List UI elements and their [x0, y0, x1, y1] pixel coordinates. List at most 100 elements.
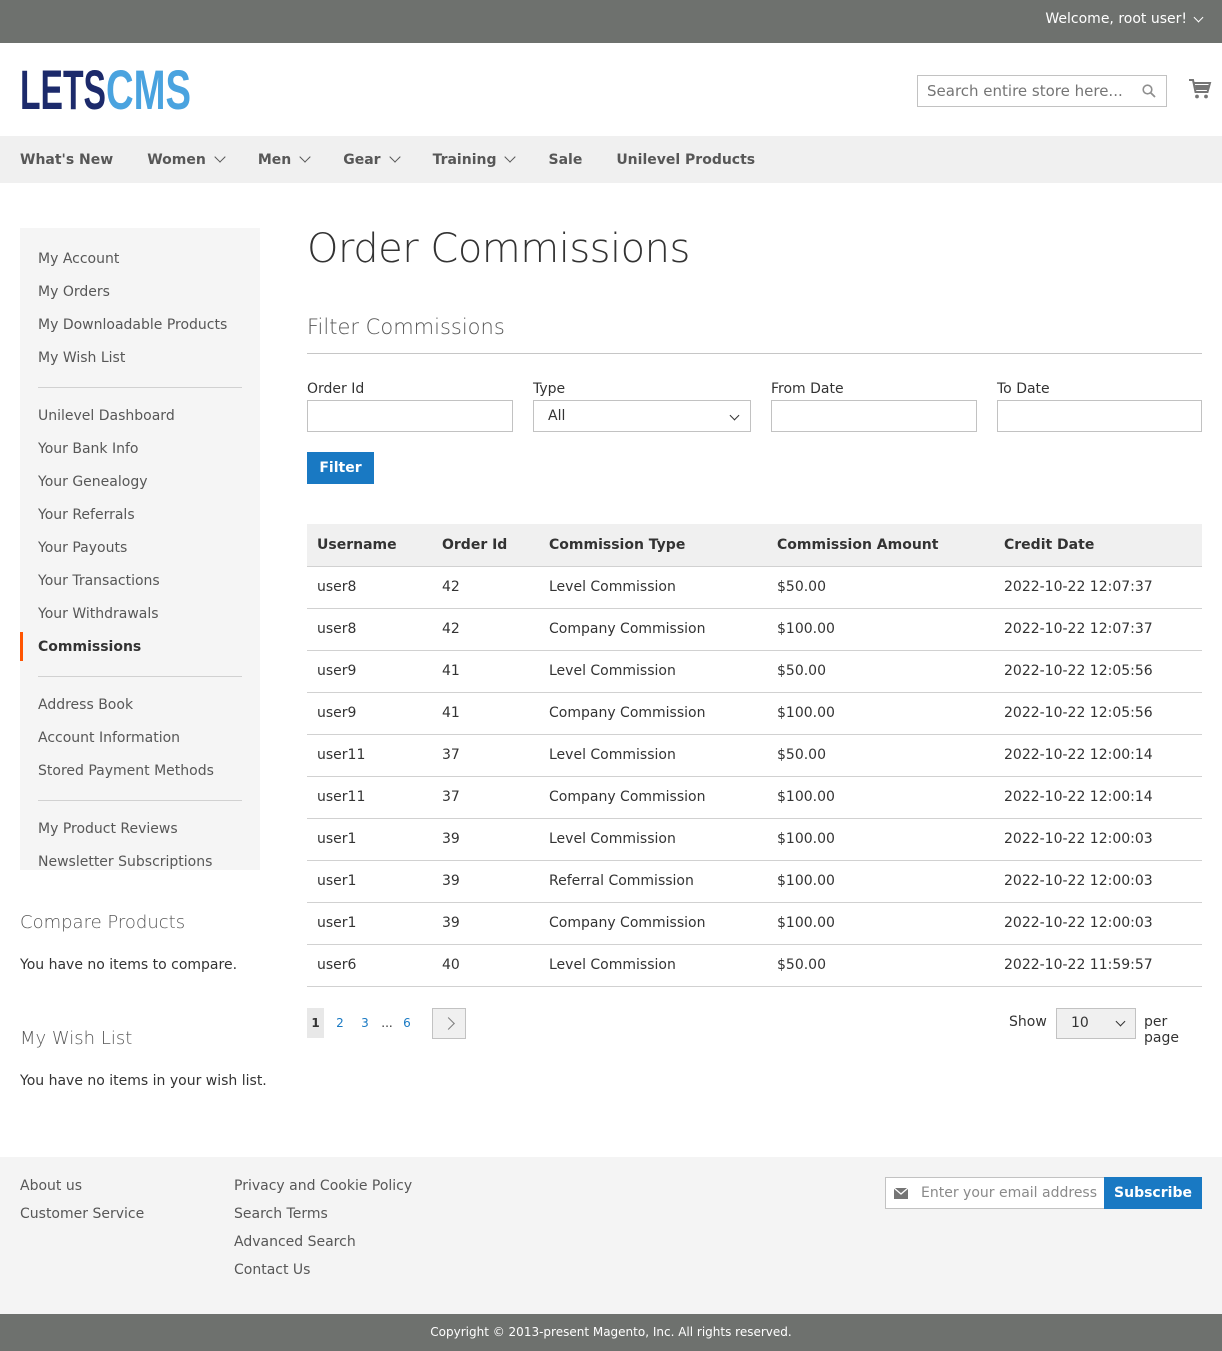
- column-header-order-id: Order Id: [432, 524, 539, 567]
- cell-commission-type: Company Commission: [539, 776, 767, 819]
- footer-link-contact-us[interactable]: Contact Us: [234, 1262, 310, 1278]
- cell-credit-date: 2022-10-22 12:07:37: [994, 608, 1202, 651]
- footer-link-customer-service[interactable]: Customer Service: [20, 1206, 144, 1222]
- sidebar-divider: [38, 387, 242, 388]
- sidebar-item-your-payouts[interactable]: Your Payouts: [38, 537, 242, 570]
- footer: About us Customer Service Privacy and Co…: [0, 1157, 1222, 1314]
- cell-commission-amount: $100.00: [767, 692, 994, 735]
- table-row: user1 39 Company Commission $100.00 2022-10-…: [307, 902, 1202, 945]
- page-3-link[interactable]: 3: [359, 1008, 371, 1038]
- cell-commission-type: Level Commission: [539, 944, 767, 987]
- nav-item-label: Training: [432, 151, 497, 168]
- cell-commission-type: Referral Commission: [539, 860, 767, 903]
- welcome-menu[interactable]: Welcome, root user!: [1045, 11, 1204, 27]
- sidebar-item-your-genealogy[interactable]: Your Genealogy: [38, 471, 242, 504]
- type-label: Type: [533, 381, 566, 397]
- search-icon[interactable]: [1142, 84, 1156, 98]
- nav-item-men[interactable]: Men: [258, 151, 311, 168]
- per-page-select[interactable]: 10: [1056, 1008, 1136, 1039]
- wishlist-title: My Wish List: [20, 1028, 133, 1049]
- cell-username: user8: [307, 566, 432, 609]
- chevron-down-icon: [504, 151, 517, 163]
- sidebar-item-address-book[interactable]: Address Book: [38, 694, 242, 727]
- nav-item-what-s-new[interactable]: What's New: [20, 152, 113, 168]
- logo[interactable]: LETS CMS: [20, 65, 192, 113]
- table-row: user8 42 Company Commission $100.00 2022-10-…: [307, 608, 1202, 651]
- cell-commission-type: Level Commission: [539, 818, 767, 861]
- sidebar-item-unilevel-dashboard[interactable]: Unilevel Dashboard: [38, 405, 242, 438]
- table-header-row: Username Order Id Commission Type Commissio…: [307, 524, 1202, 567]
- nav-item-gear[interactable]: Gear: [343, 151, 401, 168]
- svg-text:LETS: LETS: [20, 65, 106, 113]
- cell-order-id: 42: [432, 566, 539, 609]
- cell-order-id: 41: [432, 650, 539, 693]
- subscribe-button[interactable]: Subscribe: [1104, 1177, 1202, 1209]
- footer-link-advanced-search[interactable]: Advanced Search: [234, 1234, 356, 1250]
- search-input[interactable]: [918, 76, 1133, 106]
- type-select[interactable]: All: [533, 400, 751, 432]
- sidebar-item-my-product-reviews[interactable]: My Product Reviews: [38, 818, 242, 851]
- cell-order-id: 37: [432, 776, 539, 819]
- order-id-label: Order Id: [307, 381, 365, 397]
- next-page-button[interactable]: [432, 1008, 466, 1039]
- sidebar-item-stored-payment-methods[interactable]: Stored Payment Methods: [38, 760, 242, 793]
- filter-title: Filter Commissions: [307, 315, 505, 339]
- footer-link-privacy[interactable]: Privacy and Cookie Policy: [234, 1178, 412, 1194]
- pager: 1 2 3 ... 6 Show 10 per page: [307, 1008, 1202, 1046]
- wishlist-empty-text: You have no items in your wish list.: [20, 1073, 267, 1089]
- copyright: Copyright © 2013-present Magento, Inc. A…: [0, 1314, 1222, 1351]
- chevron-right-icon: [442, 1017, 455, 1030]
- cell-commission-amount: $100.00: [767, 902, 994, 945]
- from-date-input[interactable]: [771, 400, 977, 432]
- sidebar-divider: [38, 800, 242, 801]
- cell-commission-amount: $50.00: [767, 734, 994, 777]
- cell-credit-date: 2022-10-22 12:00:03: [994, 902, 1202, 945]
- footer-link-search-terms[interactable]: Search Terms: [234, 1206, 328, 1222]
- chevron-down-icon: [388, 151, 401, 163]
- nav-item-label: Women: [147, 151, 206, 168]
- per-page-value: 10: [1071, 1015, 1089, 1031]
- nav-item-women[interactable]: Women: [147, 151, 226, 168]
- sidebar-item-account-information[interactable]: Account Information: [38, 727, 242, 760]
- cell-commission-amount: $50.00: [767, 650, 994, 693]
- logo-image: LETS CMS: [20, 65, 191, 113]
- newsletter-email-input[interactable]: [916, 1178, 1101, 1208]
- cell-username: user11: [307, 734, 432, 777]
- nav-item-sale[interactable]: Sale: [548, 152, 582, 168]
- column-header-commission-type: Commission Type: [539, 524, 767, 567]
- nav-item-label: Unilevel Products: [616, 151, 756, 168]
- filter-button[interactable]: Filter: [307, 452, 374, 484]
- cell-credit-date: 2022-10-22 12:00:14: [994, 776, 1202, 819]
- nav-item-unilevel-products[interactable]: Unilevel Products: [616, 152, 755, 168]
- page-6-link[interactable]: 6: [401, 1008, 413, 1038]
- footer-link-about-us[interactable]: About us: [20, 1178, 82, 1194]
- newsletter-field: [885, 1177, 1105, 1209]
- sidebar-item-my-wish-list[interactable]: My Wish List: [38, 347, 242, 380]
- sidebar-item-your-transactions[interactable]: Your Transactions: [38, 570, 242, 603]
- cell-credit-date: 2022-10-22 12:00:03: [994, 860, 1202, 903]
- cell-commission-type: Level Commission: [539, 650, 767, 693]
- nav-item-training[interactable]: Training: [432, 151, 517, 168]
- sidebar-item-your-withdrawals[interactable]: Your Withdrawals: [38, 603, 242, 636]
- sidebar-item-newsletter-subscriptions[interactable]: Newsletter Subscriptions: [38, 851, 242, 884]
- page-2-link[interactable]: 2: [334, 1008, 346, 1038]
- table-row: user11 37 Company Commission $100.00 2022-10…: [307, 776, 1202, 819]
- sidebar-item-your-referrals[interactable]: Your Referrals: [38, 504, 242, 537]
- svg-text:CMS: CMS: [106, 65, 191, 113]
- table-body: user8 42 Level Commission $50.00 2022-10-22 …: [307, 566, 1202, 987]
- order-id-input[interactable]: [307, 400, 513, 432]
- chevron-down-icon: [299, 151, 311, 163]
- cart-icon[interactable]: [1188, 77, 1212, 101]
- cell-commission-amount: $50.00: [767, 944, 994, 987]
- table-row: user1 39 Referral Commission $100.00 2022-10…: [307, 860, 1202, 903]
- type-select-value: All: [548, 408, 566, 424]
- cell-commission-amount: $100.00: [767, 860, 994, 903]
- from-date-label: From Date: [771, 381, 844, 397]
- sidebar-item-my-account[interactable]: My Account: [38, 248, 242, 281]
- sidebar-item-my-downloadable-products[interactable]: My Downloadable Products: [38, 314, 242, 347]
- sidebar-item-your-bank-info[interactable]: Your Bank Info: [38, 438, 242, 471]
- cell-order-id: 37: [432, 734, 539, 777]
- sidebar-item-my-orders[interactable]: My Orders: [38, 281, 242, 314]
- cell-credit-date: 2022-10-22 12:05:56: [994, 692, 1202, 735]
- to-date-input[interactable]: [997, 400, 1202, 432]
